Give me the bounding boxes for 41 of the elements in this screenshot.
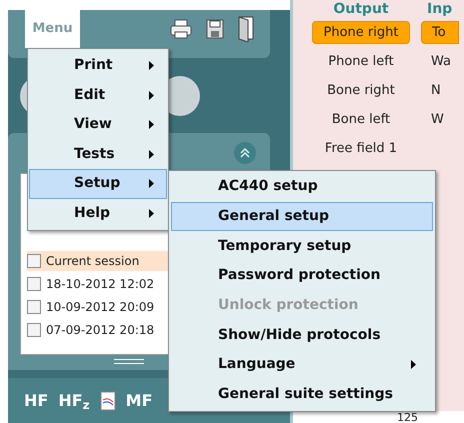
collapse-button[interactable] xyxy=(234,142,256,164)
toolbar-button[interactable]: MF xyxy=(126,388,152,412)
input-option[interactable]: W xyxy=(421,108,456,131)
output-option[interactable]: Bone left xyxy=(312,108,410,131)
output-option[interactable]: Bone right xyxy=(312,79,410,102)
chart-icon[interactable] xyxy=(100,390,116,410)
session-date[interactable]: 07-09-2012 20:18 xyxy=(46,321,154,339)
menu-item[interactable]: Password protection xyxy=(171,261,433,291)
input-option[interactable]: N xyxy=(421,79,453,102)
door-icon[interactable] xyxy=(238,16,254,42)
input-option[interactable]: To xyxy=(421,21,459,44)
menu-item[interactable]: Language xyxy=(171,350,433,380)
output-option[interactable]: Phone left xyxy=(312,50,410,73)
scale-label: 125 xyxy=(397,412,418,423)
column-heading: Inp xyxy=(426,1,452,17)
session-date[interactable]: 10-09-2012 20:09 xyxy=(46,298,154,316)
menu-item[interactable]: Edit xyxy=(29,80,167,110)
menu-item[interactable]: Help xyxy=(29,198,167,228)
column-heading: Output xyxy=(333,1,389,17)
toolbar-button[interactable]: HF$_{z}$ xyxy=(58,388,90,412)
checkbox[interactable] xyxy=(27,277,41,291)
menu-item[interactable]: View xyxy=(29,110,167,140)
checkbox[interactable] xyxy=(27,300,41,314)
menu-item[interactable]: Show/Hide protocols xyxy=(171,320,433,350)
checkbox[interactable] xyxy=(27,254,41,268)
session-date[interactable]: 18-10-2012 12:02 xyxy=(46,275,154,293)
input-option[interactable]: Wa xyxy=(421,50,463,73)
menu-item[interactable]: Temporary setup xyxy=(171,231,433,262)
menu-item[interactable]: General suite settings xyxy=(171,380,433,410)
menu-item[interactable]: Setup xyxy=(29,169,167,198)
menu-item[interactable]: Tests xyxy=(29,140,167,169)
output-option[interactable]: Phone right xyxy=(312,21,410,44)
menu-item[interactable]: General setup xyxy=(171,202,433,232)
checkbox[interactable] xyxy=(27,323,41,337)
menu-item[interactable]: Print xyxy=(29,51,167,80)
splitter-grip[interactable] xyxy=(114,359,144,364)
menu-item[interactable]: AC440 setup xyxy=(171,172,433,202)
printer-icon[interactable] xyxy=(170,19,192,39)
output-option[interactable]: Free field 1 xyxy=(312,137,410,160)
toolbar-button[interactable]: HF xyxy=(24,388,48,412)
double-chevron-up-icon xyxy=(240,148,250,158)
